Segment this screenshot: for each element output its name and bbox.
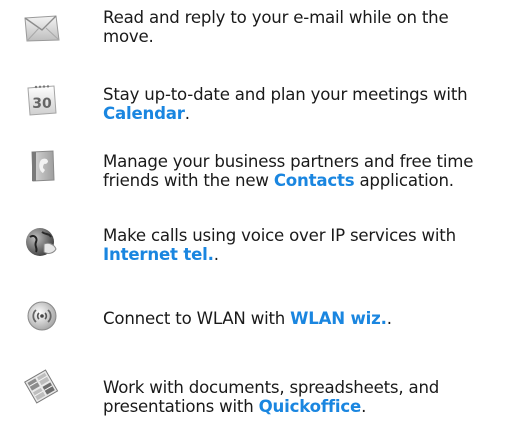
calendar-link[interactable]: Calendar — [103, 104, 185, 123]
feature-calendar-text: Stay up-to-date and plan your meetings w… — [103, 85, 503, 123]
internet-tel-link[interactable]: Internet tel. — [103, 245, 214, 264]
feature-internet-tel-text: Make calls using voice over IP services … — [103, 226, 503, 264]
feature-calendar-description: Stay up-to-date and plan your meetings w… — [103, 85, 468, 104]
quickoffice-icon — [22, 366, 62, 406]
calendar-day-number: 30 — [32, 96, 52, 112]
wlan-wiz-link[interactable]: WLAN wiz. — [290, 309, 387, 328]
envelope-icon — [22, 8, 62, 48]
feature-wlan-description-end: . — [386, 309, 392, 328]
feature-contacts-text: Manage your business partners and free t… — [103, 152, 503, 190]
wlan-antenna-icon — [22, 296, 62, 336]
feature-wlan-description: Connect to WLAN with — [103, 309, 291, 328]
globe-phone-icon — [22, 222, 62, 262]
contacts-link[interactable]: Contacts — [274, 171, 355, 190]
feature-internet-tel-description-end: . — [213, 245, 219, 264]
feature-quickoffice-text: Work with documents, spreadsheets, and p… — [103, 378, 503, 416]
feature-email-description: Read and reply to your e-mail while on t… — [103, 8, 449, 46]
feature-calendar-description-end: . — [184, 104, 190, 123]
feature-internet-tel-description: Make calls using voice over IP services … — [103, 226, 456, 245]
quickoffice-link[interactable]: Quickoffice — [259, 397, 362, 416]
feature-wlan-text: Connect to WLAN with WLAN wiz.. — [103, 309, 503, 328]
contacts-book-icon — [22, 146, 62, 186]
calendar-icon: 30 — [22, 80, 62, 120]
feature-quickoffice-description-end: . — [361, 397, 367, 416]
feature-contacts-description-end: application. — [354, 171, 454, 190]
feature-email-text: Read and reply to your e-mail while on t… — [103, 8, 503, 46]
